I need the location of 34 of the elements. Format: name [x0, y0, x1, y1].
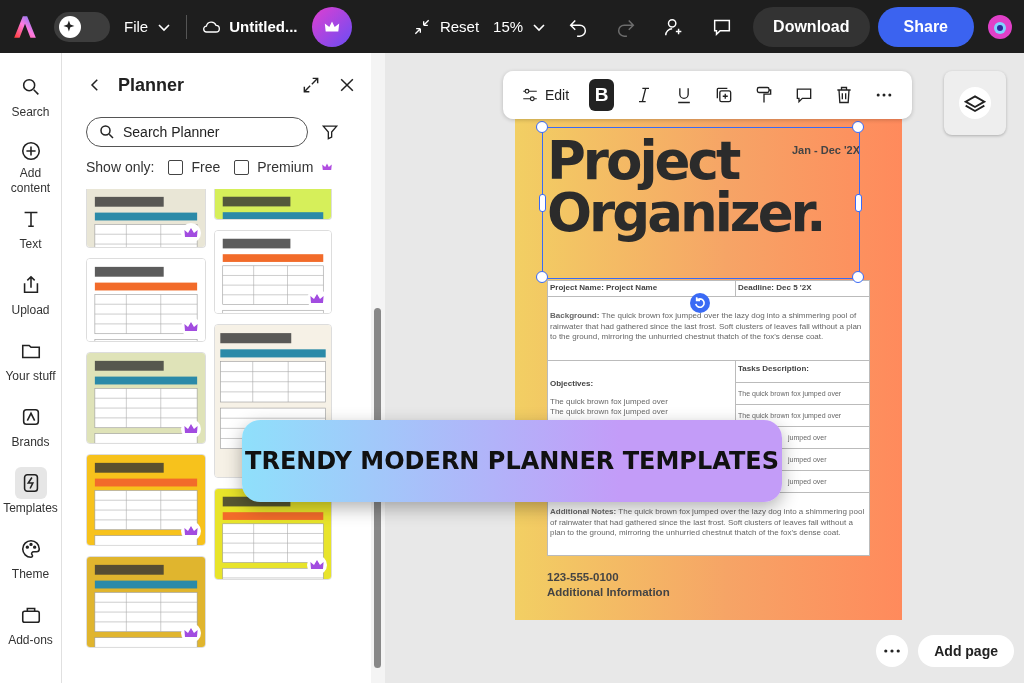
rail-item[interactable]: Templates: [0, 467, 61, 525]
add-page-button[interactable]: Add page: [918, 635, 1014, 667]
table-cell-text: Deadline: Dec 5 '2X: [737, 282, 813, 294]
banner: TRENDY MODERN PLANNER TEMPLATES: [242, 420, 782, 502]
rail-item[interactable]: Theme: [0, 533, 61, 591]
objective-line: The quick brown fox jumped over: [550, 396, 669, 408]
bold-button[interactable]: B: [589, 79, 614, 111]
rail-item[interactable]: Add-ons: [0, 599, 61, 657]
rail-item[interactable]: Add content: [0, 137, 61, 195]
tasks-label: Tasks Description:: [737, 362, 810, 375]
panel-title: Planner: [118, 74, 185, 96]
rail-item[interactable]: Search: [0, 71, 61, 129]
download-button[interactable]: Download: [753, 6, 870, 47]
rail-item[interactable]: Your stuff: [0, 335, 61, 393]
checkbox-label[interactable]: Free: [191, 159, 221, 175]
date-range[interactable]: Jan - Dec '2X: [791, 144, 860, 156]
reset-button[interactable]: Reset: [411, 16, 480, 37]
notes-paragraph: Additional Notes: The quick brown fox jumped over the lazy dog into a shimmering pool of rainwater that had gathered since the last frost. Soft clusters of leaves fall without a plan to the ground, mirroring the unhurried chestnut thatch of the fox's dense coat.: [550, 506, 866, 540]
checkbox-label[interactable]: Premium: [257, 159, 314, 175]
rail-item[interactable]: Upload: [0, 269, 61, 327]
footer-info: Additional Information: [547, 585, 670, 601]
filter-label: Show only:: [86, 159, 155, 175]
objectives-label: Objectives:: [550, 378, 595, 390]
rail-item[interactable]: Brands: [0, 401, 61, 459]
search-field[interactable]: Search Planner: [86, 117, 308, 147]
phone-number: 123-555-0100: [547, 569, 619, 585]
background-paragraph: Background: The quick brown fox jumped over the lazy dog into a shimmering pool of rainwater that had gathered since the last frost. Soft clusters of leaves fall without a plan to the ground, mirroring the unhurried chestnut thatch of the fox's dense coat.: [550, 310, 863, 344]
rail-item[interactable]: Text: [0, 203, 61, 261]
share-button[interactable]: Share: [877, 6, 974, 47]
edit-button[interactable]: Edit: [521, 86, 570, 104]
document-name[interactable]: Untitled...: [229, 18, 298, 35]
objective-line: The quick brown fox jumped over: [550, 407, 669, 419]
zoom-menu[interactable]: 15%: [493, 18, 548, 35]
file-menu[interactable]: File: [124, 18, 173, 35]
